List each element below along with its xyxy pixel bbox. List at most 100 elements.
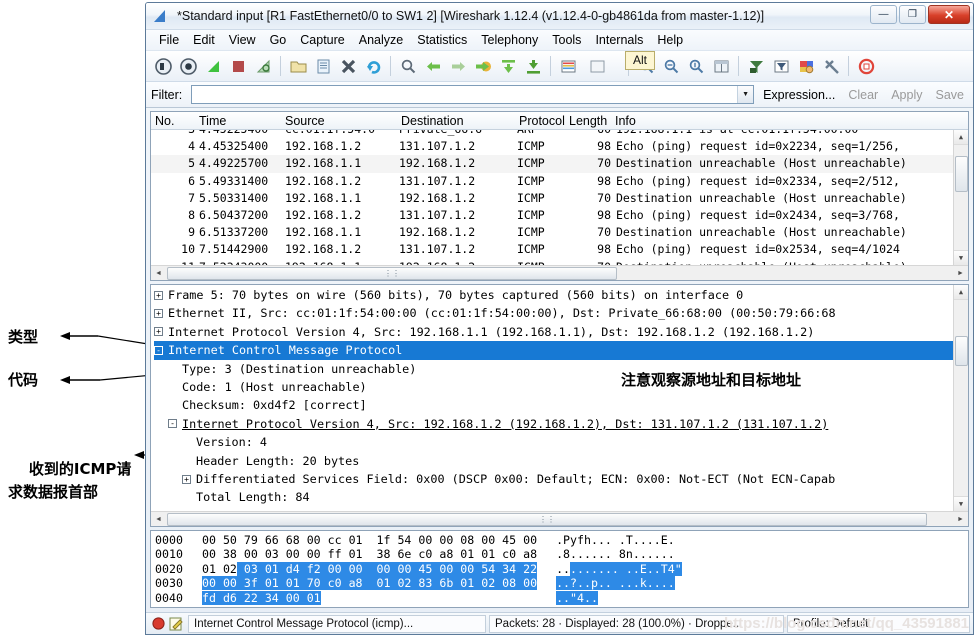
apply-filter-button[interactable]: Apply <box>887 88 926 102</box>
find-packet-icon[interactable] <box>396 54 420 78</box>
display-filters-icon[interactable] <box>769 54 793 78</box>
close-button[interactable]: ✕ <box>928 5 970 24</box>
expand-icon[interactable]: + <box>182 474 191 484</box>
open-file-icon[interactable] <box>286 54 310 78</box>
column-header-info[interactable]: Info <box>611 114 636 128</box>
packet-detail-pane[interactable]: + Frame 5: 70 bytes on wire (560 bits), 7… <box>150 284 969 527</box>
menu-internals[interactable]: Internals <box>588 31 650 49</box>
detail-tree-row[interactable]: Header Length: 20 bytes <box>154 452 953 470</box>
packet-detail-vscrollbar[interactable]: ▲ ▼ <box>953 285 968 511</box>
reload-file-icon[interactable] <box>361 54 385 78</box>
chevron-down-icon[interactable]: ▼ <box>737 86 754 103</box>
table-row[interactable]: 34.45225400cc:01:1f:54:0Private_66:6ARP6… <box>151 130 953 138</box>
scroll-up-icon[interactable]: ▲ <box>953 130 968 145</box>
detail-tree-row[interactable]: + Frame 5: 70 bytes on wire (560 bits), 7… <box>154 286 953 304</box>
colorize-icon[interactable] <box>556 54 580 78</box>
vscroll-thumb[interactable] <box>954 156 968 192</box>
column-header-source[interactable]: Source <box>281 114 397 128</box>
go-back-icon[interactable] <box>421 54 445 78</box>
packet-bytes-pane[interactable]: 0000 00 50 79 66 68 00 cc 01 1f 54 00 00 … <box>150 530 969 608</box>
vscroll-thumb[interactable] <box>954 336 968 366</box>
hscroll-thumb[interactable]: ⋮⋮ <box>167 266 617 280</box>
preferences-icon[interactable] <box>819 54 843 78</box>
status-expert-text[interactable]: Internet Control Message Protocol (icmp)… <box>188 614 486 633</box>
menu-telephony[interactable]: Telephony <box>474 31 545 49</box>
menu-help[interactable]: Help <box>650 31 690 49</box>
detail-tree-row[interactable]: Code: 1 (Host unreachable) <box>154 378 953 396</box>
zoom-out-icon[interactable] <box>659 54 683 78</box>
detail-tree-row[interactable]: Type: 3 (Destination unreachable) <box>154 360 953 378</box>
detail-tree-row[interactable]: Version: 4 <box>154 433 953 451</box>
packet-detail-hscrollbar[interactable]: ◄ ⋮⋮ ► <box>151 511 968 526</box>
hscroll-left-icon[interactable]: ◄ <box>151 512 166 527</box>
table-row[interactable]: 4 4.45325400 192.168.1.2 131.107.1.2 ICMP 98 E… <box>151 138 953 155</box>
restart-capture-icon[interactable] <box>251 54 275 78</box>
resize-columns-icon[interactable] <box>709 54 733 78</box>
hexdump-row[interactable]: 0010 00 38 00 03 00 00 ff 01 38 6e c0 a8 … <box>155 547 968 561</box>
column-header-length[interactable]: Length <box>565 114 611 128</box>
detail-tree-row[interactable]: + Ethernet II, Src: cc:01:1f:54:00:00 (cc… <box>154 304 953 322</box>
hexdump-row[interactable]: 0020 01 02 03 01 d4 f2 00 00 00 00 45 00 … <box>155 561 968 576</box>
go-first-packet-icon[interactable] <box>496 54 520 78</box>
collapse-icon[interactable]: - <box>168 419 177 429</box>
detail-tree-row[interactable]: Total Length: 84 <box>154 488 953 506</box>
detail-tree-row[interactable]: + Internet Protocol Version 4, Src: 192.1… <box>154 323 953 341</box>
minimize-button[interactable]: — <box>870 5 897 24</box>
menu-go[interactable]: Go <box>263 31 294 49</box>
table-row[interactable]: 6 5.49331400 192.168.1.2 131.107.1.2 ICMP 98 E… <box>151 173 953 190</box>
hscroll-track[interactable]: ⋮⋮ <box>166 266 953 280</box>
capture-options-icon[interactable] <box>176 54 200 78</box>
expression-button[interactable]: Expression... <box>759 88 839 102</box>
table-row[interactable]: 7 5.50331400 192.168.1.1 192.168.1.2 ICMP 70 D… <box>151 190 953 207</box>
status-profile[interactable]: Profile: Default <box>787 614 970 633</box>
help-icon[interactable] <box>854 54 878 78</box>
detail-tree-row[interactable]: + Differentiated Services Field: 0x00 (DS… <box>154 470 953 488</box>
coloring-rules-icon[interactable] <box>794 54 818 78</box>
column-header-time[interactable]: Time <box>195 114 281 128</box>
menu-tools[interactable]: Tools <box>545 31 588 49</box>
table-row[interactable]: 5 4.49225700 192.168.1.1 192.168.1.2 ICMP 70 D… <box>151 155 953 173</box>
filter-input[interactable] <box>192 86 738 103</box>
column-header-protocol[interactable]: Protocol <box>515 114 565 128</box>
menu-view[interactable]: View <box>222 31 263 49</box>
list-interfaces-icon[interactable] <box>151 54 175 78</box>
expand-icon[interactable]: + <box>154 309 163 319</box>
packet-list-pane[interactable]: No. Time Source Destination Protocol Len… <box>150 111 969 281</box>
packet-list-vscrollbar[interactable]: ▲ ▼ <box>953 130 968 265</box>
zoom-normal-icon[interactable] <box>684 54 708 78</box>
hscroll-right-icon[interactable]: ► <box>953 512 968 527</box>
hexdump-row[interactable]: 0000 00 50 79 66 68 00 cc 01 1f 54 00 00 … <box>155 533 968 547</box>
collapse-icon[interactable]: - <box>154 345 163 355</box>
table-row[interactable]: 10 7.51442900 192.168.1.2 131.107.1.2 ICMP 98… <box>151 241 953 258</box>
go-last-packet-icon[interactable] <box>521 54 545 78</box>
hexdump-row[interactable]: 0030 00 00 3f 01 01 70 c0 a8 01 02 83 6b … <box>155 576 968 591</box>
packet-detail-body[interactable]: + Frame 5: 70 bytes on wire (560 bits), 7… <box>151 285 968 511</box>
start-capture-icon[interactable] <box>201 54 225 78</box>
maximize-button[interactable]: ❐ <box>899 5 926 24</box>
column-header-no[interactable]: No. <box>151 114 195 128</box>
scroll-down-icon[interactable]: ▼ <box>953 250 968 265</box>
clear-filter-button[interactable]: Clear <box>844 88 882 102</box>
hexdump-row[interactable]: 0040 fd d6 22 34 00 01 .."4.. <box>155 590 968 605</box>
menu-analyze[interactable]: Analyze <box>352 31 410 49</box>
hscroll-right-icon[interactable]: ► <box>953 266 968 281</box>
detail-tree-row[interactable]: Checksum: 0xd4f2 [correct] <box>154 396 953 414</box>
detail-tree-row[interactable]: - Internet Protocol Version 4, Src: 192.1… <box>154 415 953 433</box>
auto-scroll-icon[interactable] <box>585 54 609 78</box>
menu-statistics[interactable]: Statistics <box>410 31 474 49</box>
expand-icon[interactable]: + <box>154 290 163 300</box>
scroll-up-icon[interactable]: ▲ <box>953 285 968 300</box>
packet-bytes-body[interactable]: 0000 00 50 79 66 68 00 cc 01 1f 54 00 00 … <box>151 531 968 607</box>
menu-file[interactable]: File <box>152 31 186 49</box>
table-row[interactable]: 8 6.50437200 192.168.1.2 131.107.1.2 ICMP 98 E… <box>151 207 953 224</box>
stop-capture-icon[interactable] <box>226 54 250 78</box>
menu-edit[interactable]: Edit <box>186 31 222 49</box>
scroll-down-icon[interactable]: ▼ <box>953 496 968 511</box>
capture-filters-icon[interactable] <box>744 54 768 78</box>
capture-file-properties-icon[interactable] <box>167 615 185 633</box>
go-forward-icon[interactable] <box>446 54 470 78</box>
menu-capture[interactable]: Capture <box>293 31 351 49</box>
hscroll-left-icon[interactable]: ◄ <box>151 266 166 281</box>
close-file-icon[interactable] <box>336 54 360 78</box>
filter-combo[interactable]: ▼ <box>191 85 755 104</box>
